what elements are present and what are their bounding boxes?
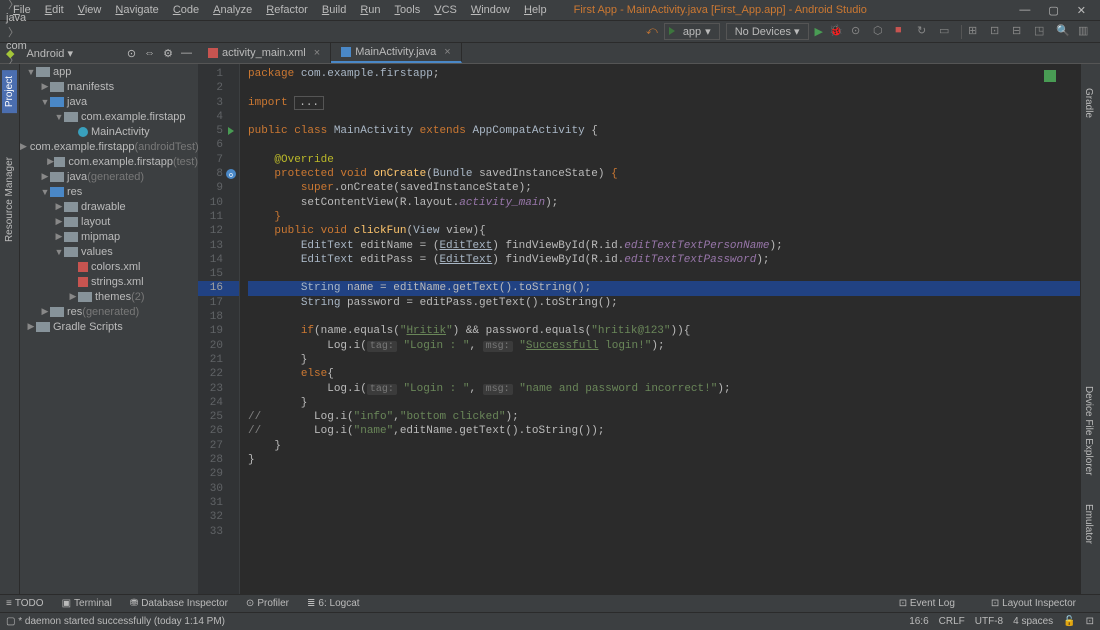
menubar: File Edit View Navigate Code Analyze Ref… xyxy=(0,0,1100,20)
project-tree[interactable]: appmanifestsjavacom.example.firstappMain… xyxy=(20,64,198,594)
close-tab-icon[interactable]: × xyxy=(314,47,320,59)
run-config-selector[interactable]: app xyxy=(664,23,720,40)
vtab-device-file-explorer[interactable]: Device File Explorer xyxy=(1081,382,1096,479)
expand-icon[interactable]: ⇔ xyxy=(144,47,155,60)
tree-item-res[interactable]: res (generated) xyxy=(20,304,198,319)
tree-item-app[interactable]: app xyxy=(20,64,198,79)
tree-item-values[interactable]: values xyxy=(20,244,198,259)
menu-run[interactable]: Run xyxy=(353,4,387,16)
tree-item-manifests[interactable]: manifests xyxy=(20,79,198,94)
bottom-tool-event-log[interactable]: ⊡ Event Log xyxy=(899,598,955,609)
tree-item-mipmap[interactable]: mipmap xyxy=(20,229,198,244)
menu-build[interactable]: Build xyxy=(315,4,353,16)
editor-tabs: activity_main.xml × MainActivity.java × xyxy=(198,43,462,63)
bottom-tool-logcat[interactable]: ≣ 6: Logcat xyxy=(307,598,360,609)
tree-item-themes[interactable]: themes (2) xyxy=(20,289,198,304)
minimize-button[interactable]: — xyxy=(1019,4,1030,17)
left-tool-strip: Project Resource Manager xyxy=(0,64,20,594)
bottom-tool-profiler[interactable]: ⊙ Profiler xyxy=(246,598,289,609)
tree-item-res[interactable]: res xyxy=(20,184,198,199)
sync-gradle-icon[interactable]: ↻ xyxy=(917,24,933,40)
maximize-button[interactable]: ▢ xyxy=(1048,4,1058,17)
toolbar-icon-4[interactable]: ◳ xyxy=(1034,24,1050,40)
toolbar-icon-5[interactable]: ▥ xyxy=(1078,24,1094,40)
window-title: First App - MainActivity.java [First_App… xyxy=(574,4,867,16)
java-file-icon xyxy=(341,47,351,57)
code-area[interactable]: package com.example.firstapp; import ...… xyxy=(240,64,1080,594)
tree-item-com-example-firstapp[interactable]: com.example.firstapp (androidTest) xyxy=(20,139,198,154)
tree-item-com-example-firstapp[interactable]: com.example.firstapp (test) xyxy=(20,154,198,169)
avd-icon[interactable]: ▭ xyxy=(939,24,955,40)
vtab-resource-manager[interactable]: Resource Manager xyxy=(4,153,15,246)
menu-analyze[interactable]: Analyze xyxy=(206,4,259,16)
menu-navigate[interactable]: Navigate xyxy=(108,4,165,16)
right-tool-strip: Gradle Device File Explorer Emulator xyxy=(1080,64,1100,594)
close-button[interactable]: ✕ xyxy=(1077,4,1086,17)
tree-item-strings-xml[interactable]: strings.xml xyxy=(20,274,198,289)
run-gutter-icon[interactable] xyxy=(228,127,234,135)
tab-activity-main-xml[interactable]: activity_main.xml × xyxy=(198,43,331,63)
bottom-tool-todo[interactable]: ≡ TODO xyxy=(6,598,44,609)
override-gutter-icon[interactable]: o xyxy=(226,169,236,179)
code-editor[interactable]: o 12345678910111213141516171819202122232… xyxy=(198,64,1080,594)
toolbar-icon-3[interactable]: ⊟ xyxy=(1012,24,1028,40)
toolbar-icon-1[interactable]: ⊞ xyxy=(968,24,984,40)
profile-icon[interactable]: ⊙ xyxy=(851,24,867,40)
menu-window[interactable]: Window xyxy=(464,4,517,16)
attach-icon[interactable]: ⬡ xyxy=(873,24,889,40)
toolbar-right: ⤺ app No Devices ▶ 🐞 ⊙ ⬡ ■ ↻ ▭ ⊞ ⊡ ⊟ ◳ 🔍… xyxy=(646,23,1094,40)
bottom-tool-database-inspector[interactable]: ⛃ Database Inspector xyxy=(130,598,228,609)
tree-item-layout[interactable]: layout xyxy=(20,214,198,229)
vtab-project[interactable]: Project xyxy=(2,70,17,113)
sync-icon[interactable]: ⤺ xyxy=(646,25,658,38)
line-number-gutter: o 12345678910111213141516171819202122232… xyxy=(198,64,240,594)
gear-icon[interactable]: ⚙ xyxy=(163,47,173,60)
toolbar-icon-2[interactable]: ⊡ xyxy=(990,24,1006,40)
vtab-emulator[interactable]: Emulator xyxy=(1081,500,1096,548)
tree-item-java[interactable]: java (generated) xyxy=(20,169,198,184)
tab-mainactivity-java[interactable]: MainActivity.java × xyxy=(331,43,462,63)
close-tab-icon[interactable]: × xyxy=(444,46,450,58)
debug-icon[interactable]: 🐞 xyxy=(829,24,845,40)
tree-item-MainActivity[interactable]: MainActivity xyxy=(20,124,198,139)
menu-refactor[interactable]: Refactor xyxy=(259,4,315,16)
tree-item-drawable[interactable]: drawable xyxy=(20,199,198,214)
xml-file-icon xyxy=(208,48,218,58)
bottom-tool-tabs: ≡ TODO ▣ Terminal ⛃ Database Inspector ⊙ Pr… xyxy=(0,594,1100,612)
tree-item-com-example-firstapp[interactable]: com.example.firstapp xyxy=(20,109,198,124)
tree-item-java[interactable]: java xyxy=(20,94,198,109)
menu-code[interactable]: Code xyxy=(166,4,206,16)
breadcrumb-java[interactable]: java xyxy=(6,12,78,24)
run-button[interactable]: ▶ xyxy=(815,25,823,38)
menu-help[interactable]: Help xyxy=(517,4,554,16)
device-selector[interactable]: No Devices xyxy=(726,23,809,40)
menu-tools[interactable]: Tools xyxy=(388,4,428,16)
tree-item-Gradle Scripts[interactable]: Gradle Scripts xyxy=(20,319,198,334)
breadcrumb-bar: FirstApp〉app〉src〉main〉java〉com〉example〉f… xyxy=(0,20,1100,42)
hide-icon[interactable]: — xyxy=(181,47,192,60)
stop-icon[interactable]: ■ xyxy=(895,24,911,40)
project-view-selector[interactable]: Android xyxy=(18,45,81,62)
android-icon: ◆ xyxy=(6,47,14,60)
search-icon[interactable]: 🔍 xyxy=(1056,24,1072,40)
bottom-tool-layout-inspector[interactable]: ⊡ Layout Inspector xyxy=(991,598,1076,609)
status-bar: ▢ * daemon started successfully (today 1… xyxy=(0,612,1100,630)
target-icon[interactable]: ⊙ xyxy=(127,47,136,60)
main-content: Project Resource Manager appmanifestsjav… xyxy=(0,64,1100,594)
bottom-tool-terminal[interactable]: ▣ Terminal xyxy=(62,598,112,609)
vtab-gradle[interactable]: Gradle xyxy=(1081,84,1096,122)
toolbar: ◆ Android ⊙ ⇔ ⚙ — activity_main.xml × Ma… xyxy=(0,42,1100,64)
menu-vcs[interactable]: VCS xyxy=(427,4,464,16)
tree-item-colors-xml[interactable]: colors.xml xyxy=(20,259,198,274)
validation-indicator[interactable] xyxy=(1044,70,1056,82)
